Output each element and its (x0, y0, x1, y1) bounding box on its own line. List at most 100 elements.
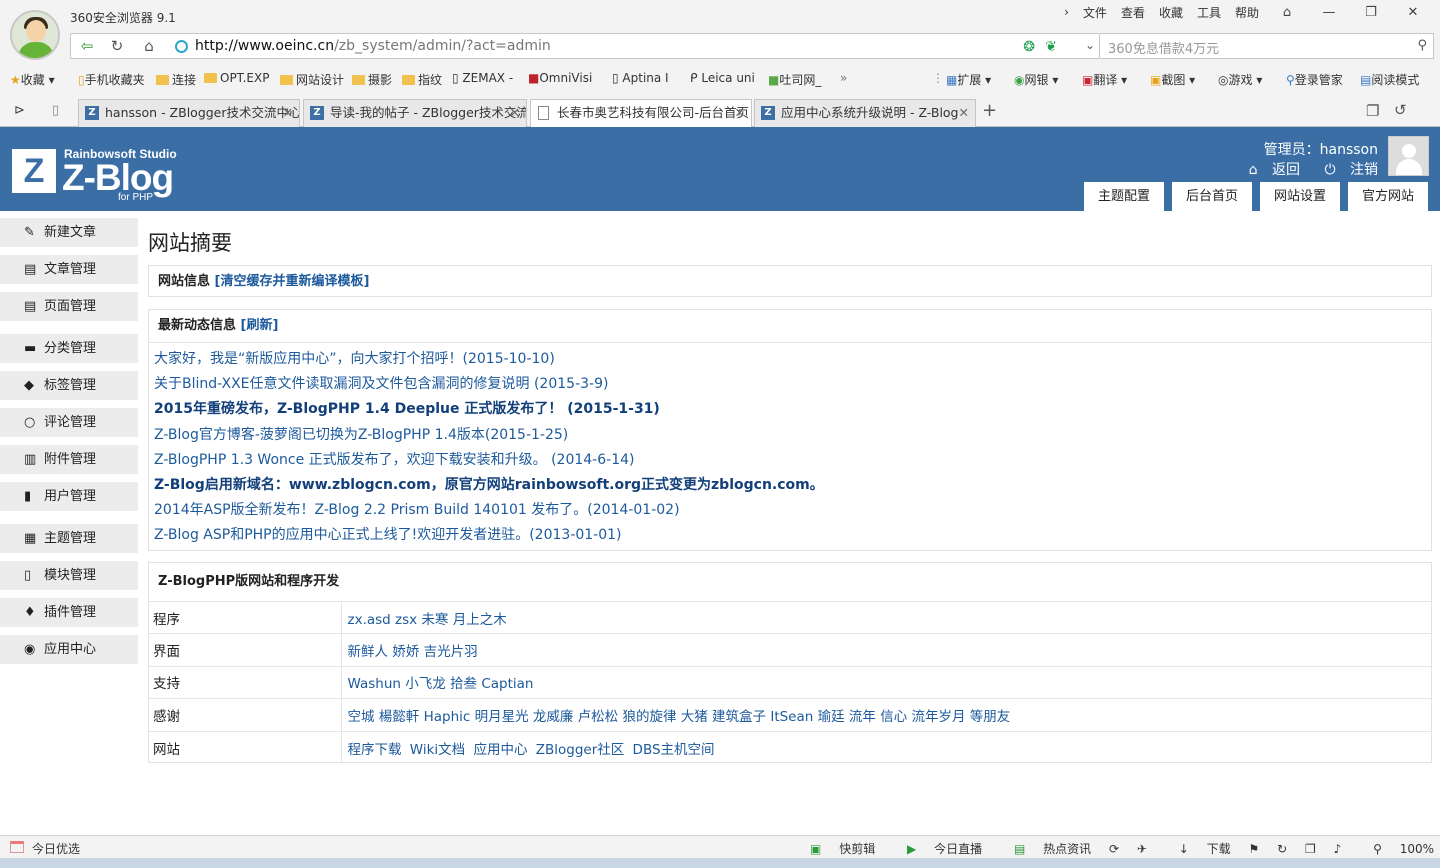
minimize-button[interactable]: — (1315, 5, 1343, 20)
bookmark-folder[interactable]: 网站设计 (280, 71, 344, 88)
ext-translate[interactable]: ▣翻译 ▾ (1082, 71, 1127, 88)
tab-guide[interactable]: Z 导读-我的帖子 - ZBlogger技术交流 ✕ (303, 99, 527, 127)
ext-expand[interactable]: ▦扩展 ▾ (946, 71, 991, 88)
sidebar-item-posts[interactable]: ▤ 文章管理 (0, 255, 138, 284)
sidebar-item-new-post[interactable]: ✎ 新建文章 (0, 218, 138, 247)
url-dropdown-icon[interactable]: ⌄ (1085, 38, 1095, 52)
sidebar-toggle-icon[interactable]: ⊳ (14, 103, 25, 118)
sidebar-item-plugins[interactable]: ♦ 插件管理 (0, 598, 138, 627)
bookmark-page[interactable]: ▯ Aptina I (612, 71, 669, 85)
page-icon[interactable]: ▯ (52, 103, 59, 118)
bookmark-mobile[interactable]: ▯手机收藏夹 (78, 71, 145, 88)
admin-avatar[interactable] (1388, 136, 1429, 176)
bookmark-folder[interactable]: 指纹 (402, 71, 442, 88)
flag-icon[interactable]: ⚑ (1248, 842, 1259, 856)
sidebar-item-tags[interactable]: ◆ 标签管理 (0, 371, 138, 400)
tab-app-center[interactable]: Z 应用中心系统升级说明 - Z-Blog ✕ (754, 99, 976, 127)
menu-file[interactable]: 文件 (1083, 4, 1107, 21)
menu-tools[interactable]: 工具 (1197, 4, 1221, 21)
user-avatar[interactable] (10, 10, 60, 60)
bookmark-folder[interactable]: OPT.EXP (204, 71, 269, 85)
back-arrow-icon[interactable]: ⇦ (75, 37, 99, 55)
undo-close-icon[interactable]: ↺ (1394, 101, 1407, 119)
bookmark-page[interactable]: ▯ ZEMAX - (452, 71, 513, 85)
credit-value[interactable]: zx.asd zsx 未寒 月上之木 (341, 600, 1431, 634)
sidebar-item-modules[interactable]: ▯ 模块管理 (0, 561, 138, 590)
bookmark-page[interactable]: ᑭ Leica uni (690, 71, 755, 85)
tab-official-site[interactable]: 官方网站 (1347, 182, 1428, 211)
clear-cache-link[interactable]: [清空缓存并重新编译模板] (215, 274, 370, 289)
hot-news-button[interactable]: ▤ 热点资讯 (1000, 842, 1091, 856)
sidebar-item-comments[interactable]: ○ 评论管理 (0, 408, 138, 437)
search-box[interactable]: 360免息借款4万元 ⚲ (1100, 33, 1434, 59)
refresh-icon[interactable]: ↻ (105, 37, 129, 55)
news-item[interactable]: 大家好，我是“新版应用中心”，向大家打个招呼！(2015-10-10) (154, 347, 1431, 372)
tab-admin-home[interactable]: 后台首页 (1171, 182, 1252, 211)
credit-value[interactable]: Washun 小飞龙 拾叁 Captian (341, 665, 1431, 699)
sidebar-item-themes[interactable]: ▦ 主题管理 (0, 524, 138, 553)
tab-theme-config[interactable]: 主题配置 (1083, 182, 1164, 211)
zblog-logo-icon[interactable]: Z (12, 149, 56, 193)
speed-icon[interactable]: ❂ (1023, 39, 1035, 55)
menu-view[interactable]: 查看 (1121, 4, 1145, 21)
close-window-button[interactable]: ✕ (1399, 5, 1427, 20)
more-bookmarks-icon[interactable]: » (840, 71, 847, 85)
url-text[interactable]: http://www.oeinc.cn/zb_system/admin/?act… (195, 38, 551, 54)
search-icon[interactable]: ⚲ (1417, 38, 1427, 53)
sidebar-item-pages[interactable]: ▤ 页面管理 (0, 292, 138, 321)
close-tab-icon[interactable]: ✕ (959, 100, 969, 126)
news-item[interactable]: Z-Blog启用新域名：www.zblogcn.com，原官方网站rainbow… (154, 473, 1431, 498)
window-icon[interactable]: ❐ (1305, 842, 1316, 856)
sound-icon[interactable]: ♪ (1334, 842, 1342, 856)
bookmark-page[interactable]: ■OmniVisi (528, 71, 592, 85)
back-link[interactable]: ⌂ 返回 (1239, 162, 1300, 178)
news-item[interactable]: Z-Blog ASP和PHP的应用中心正式上线了!欢迎开发者进驻。(2013-0… (154, 523, 1431, 548)
tab-hansson[interactable]: Zhansson - ZBlogger技术交流中心 ✕ (78, 99, 300, 127)
restore-tabs-icon[interactable]: ❐ (1366, 102, 1379, 120)
ext-bank[interactable]: ◉网银 ▾ (1014, 71, 1058, 88)
sync-icon[interactable]: ↻ (1277, 842, 1287, 856)
sidebar-item-attachments[interactable]: ▥ 附件管理 (0, 445, 138, 474)
news-item[interactable]: Z-Blog官方博客-菠萝阁已切换为Z-BlogPHP 1.4版本(2015-1… (154, 423, 1431, 448)
ext-reading-mode[interactable]: ▤阅读模式 (1360, 71, 1419, 88)
address-bar[interactable]: ⇦ ↻ ⌂ http://www.oeinc.cn/zb_system/admi… (70, 33, 1100, 59)
sidebar-item-categories[interactable]: ▬ 分类管理 (0, 334, 138, 363)
home-icon[interactable]: ⌂ (137, 37, 161, 55)
close-tab-icon[interactable]: ✕ (283, 100, 293, 126)
close-tab-icon[interactable]: ✕ (735, 100, 745, 126)
bookmark-favorites[interactable]: ★收藏 ▾ (10, 71, 55, 88)
quick-edit-button[interactable]: ▣ 快剪辑 (796, 842, 875, 856)
logout-link[interactable]: ⏻ 注销 (1314, 162, 1378, 178)
accelerate-icon[interactable]: ⟳ (1109, 842, 1119, 856)
maximize-button[interactable]: ❐ (1357, 5, 1385, 20)
search-input[interactable]: 360免息借款4万元 (1108, 38, 1219, 57)
new-tab-icon[interactable]: + (982, 100, 997, 121)
menu-help[interactable]: 帮助 (1235, 4, 1259, 21)
download-button[interactable]: ↓ 下载 (1165, 842, 1231, 856)
news-item[interactable]: 关于Blind-XXE任意文件读取漏洞及文件包含漏洞的修复说明 (2015-3-… (154, 372, 1431, 397)
sidebar-item-app-center[interactable]: ◉ 应用中心 (0, 635, 138, 664)
news-item[interactable]: 2014年ASP版全新发布！Z-Blog 2.2 Prism Build 140… (154, 498, 1431, 523)
credit-value[interactable]: 空城 楊懿軒 Haphic 明月星光 龙威廉 卢松松 狼的旋律 大猪 建筑盒子 … (341, 698, 1431, 732)
live-button[interactable]: ▶ 今日直播 (893, 842, 982, 856)
skin-icon[interactable]: ⌂ (1273, 5, 1301, 20)
news-item[interactable]: Z-BlogPHP 1.3 Wonce 正式版发布了，欢迎下载安装和升级。 (2… (154, 448, 1431, 473)
bookmark-folder[interactable]: 摄影 (352, 71, 392, 88)
status-daily-picks[interactable]: 今日优选 (32, 840, 80, 857)
refresh-link[interactable]: [刷新] (241, 318, 279, 333)
tab-admin-home[interactable]: 长春市奥艺科技有限公司-后台首页 ✕ (530, 99, 752, 128)
menu-favorites[interactable]: 收藏 (1159, 4, 1183, 21)
credit-value[interactable]: 程序下载 Wiki文档 应用中心 ZBlogger社区 DBS主机空间 (341, 730, 1431, 764)
news-item[interactable]: 2015年重磅发布，Z-BlogPHP 1.4 Deeplue 正式版发布了！ … (154, 397, 1431, 422)
close-tab-icon[interactable]: ✕ (510, 100, 520, 126)
ext-screenshot[interactable]: ▣截图 ▾ (1150, 71, 1195, 88)
sidebar-item-users[interactable]: ▮ 用户管理 (0, 482, 138, 511)
zoom-control[interactable]: ⚲ 100% (1359, 842, 1434, 856)
chevron-right-icon[interactable]: › (1064, 5, 1069, 19)
leaf-icon[interactable]: ❦ (1045, 39, 1057, 55)
bookmark-folder[interactable]: 连接 (156, 71, 196, 88)
pin-icon[interactable]: ✈ (1137, 842, 1147, 856)
ext-games[interactable]: ◎游戏 ▾ (1218, 71, 1262, 88)
bookmark-page[interactable]: ■吐司网_ (768, 71, 821, 88)
tab-site-settings[interactable]: 网站设置 (1259, 182, 1340, 211)
